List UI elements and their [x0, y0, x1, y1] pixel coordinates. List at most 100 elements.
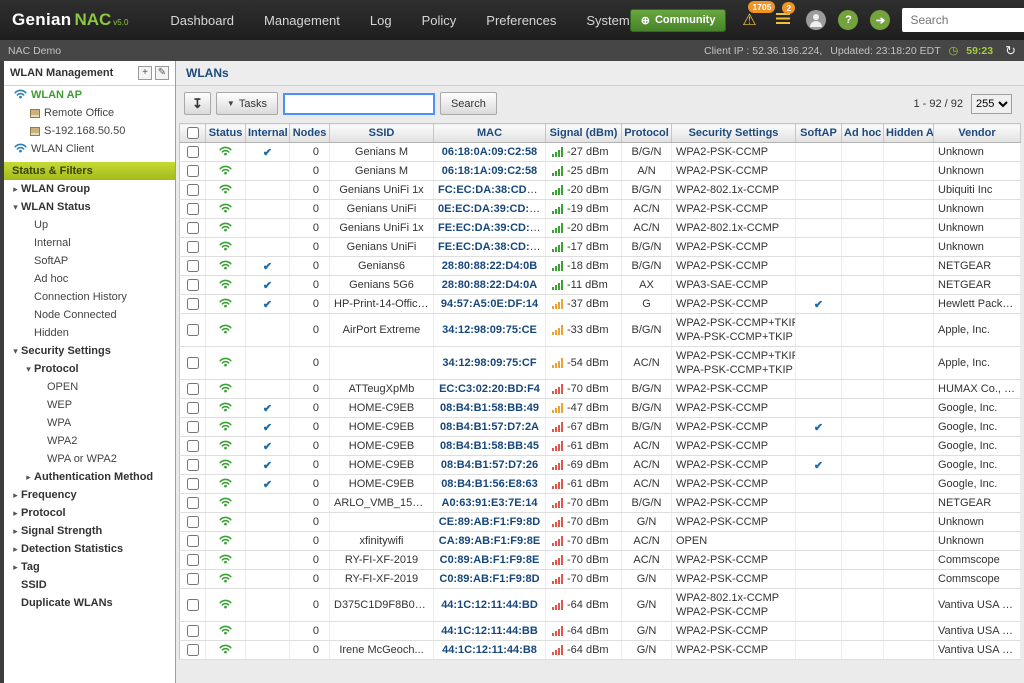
select-all-checkbox[interactable]: [187, 127, 199, 139]
col-header-hidden-ap[interactable]: Hidden AP: [884, 124, 934, 143]
export-button[interactable]: ↧: [184, 92, 211, 115]
mac-link[interactable]: 0E:EC:DA:39:CD:85: [438, 203, 541, 215]
filter-wlan-group[interactable]: ▸WLAN Group: [4, 180, 175, 198]
collapse-icon[interactable]: ▾: [10, 202, 21, 213]
alerts-button[interactable]: ⚠ 1705: [738, 10, 760, 30]
mac-link[interactable]: CE:89:AB:F1:F9:8D: [439, 516, 540, 528]
mac-link[interactable]: CA:89:AB:F1:F9:8E: [439, 535, 540, 547]
filter-node-connected[interactable]: Node Connected: [4, 306, 175, 324]
expand-icon[interactable]: ▸: [10, 490, 21, 501]
tree-item-remote-office[interactable]: Remote Office: [4, 104, 175, 122]
filter-duplicate-wlans[interactable]: Duplicate WLANs: [4, 594, 175, 612]
row-checkbox[interactable]: [187, 554, 199, 566]
mac-link[interactable]: 08:B4:B1:57:D7:2A: [440, 421, 539, 433]
row-checkbox[interactable]: [187, 383, 199, 395]
menu-system[interactable]: System: [586, 13, 629, 28]
table-search-input[interactable]: [283, 93, 435, 115]
row-checkbox[interactable]: [187, 516, 199, 528]
filter-tag[interactable]: ▸Tag: [4, 558, 175, 576]
filter-ssid[interactable]: SSID: [4, 576, 175, 594]
row-checkbox[interactable]: [187, 324, 199, 336]
expand-icon[interactable]: ▸: [23, 472, 34, 483]
menu-log[interactable]: Log: [370, 13, 392, 28]
filter-protocol[interactable]: ▸Protocol: [4, 504, 175, 522]
edit-group-button[interactable]: ✎: [155, 66, 169, 80]
col-header-ad-hoc[interactable]: Ad hoc: [842, 124, 884, 143]
col-header-status[interactable]: Status: [206, 124, 246, 143]
tree-item-wlan-ap[interactable]: WLAN AP: [4, 86, 175, 104]
row-checkbox[interactable]: [187, 203, 199, 215]
expand-icon[interactable]: ▸: [10, 526, 21, 537]
mac-link[interactable]: 34:12:98:09:75:CF: [442, 357, 536, 369]
mac-link[interactable]: 28:80:88:22:D4:0B: [442, 260, 537, 272]
col-header-security-settings[interactable]: Security Settings: [672, 124, 796, 143]
tree-item-wlan-client[interactable]: WLAN Client: [4, 140, 175, 158]
col-header-softap[interactable]: SoftAP: [796, 124, 842, 143]
filter-protocol[interactable]: ▾Protocol: [4, 360, 175, 378]
messages-button[interactable]: 2: [772, 11, 794, 29]
filter-signal-strength[interactable]: ▸Signal Strength: [4, 522, 175, 540]
col-header-vendor[interactable]: Vendor: [934, 124, 1021, 143]
mac-link[interactable]: 08:B4:B1:56:E8:63: [441, 478, 538, 490]
col-header-mac[interactable]: MAC: [434, 124, 546, 143]
row-checkbox[interactable]: [187, 184, 199, 196]
collapse-icon[interactable]: ▾: [23, 364, 34, 375]
row-checkbox[interactable]: [187, 421, 199, 433]
row-checkbox[interactable]: [187, 573, 199, 585]
row-checkbox[interactable]: [187, 146, 199, 158]
row-checkbox[interactable]: [187, 357, 199, 369]
col-header-nodes[interactable]: Nodes: [290, 124, 330, 143]
row-checkbox[interactable]: [187, 222, 199, 234]
col-header-signal-dbm[interactable]: Signal (dBm): [546, 124, 622, 143]
community-button[interactable]: ⊕ Community: [630, 9, 727, 32]
row-checkbox[interactable]: [187, 279, 199, 291]
mac-link[interactable]: A0:63:91:E3:7E:14: [442, 497, 538, 509]
filter-hidden[interactable]: Hidden: [4, 324, 175, 342]
mac-link[interactable]: 44:1C:12:11:44:B8: [442, 644, 537, 656]
filter-frequency[interactable]: ▸Frequency: [4, 486, 175, 504]
mac-link[interactable]: C0:89:AB:F1:F9:8E: [440, 554, 540, 566]
filter-up[interactable]: Up: [4, 216, 175, 234]
col-header-internal[interactable]: Internal: [246, 124, 290, 143]
filter-connection-history[interactable]: Connection History: [4, 288, 175, 306]
app-logo[interactable]: Genian NAC v5.0: [12, 10, 128, 30]
col-header-protocol[interactable]: Protocol: [622, 124, 672, 143]
row-checkbox[interactable]: [187, 644, 199, 656]
filter-softap[interactable]: SoftAP: [4, 252, 175, 270]
add-group-button[interactable]: +: [138, 66, 152, 80]
mac-link[interactable]: EC:C3:02:20:BD:F4: [439, 383, 540, 395]
filter-ad-hoc[interactable]: Ad hoc: [4, 270, 175, 288]
collapse-icon[interactable]: ▾: [10, 346, 21, 357]
row-checkbox[interactable]: [187, 402, 199, 414]
mac-link[interactable]: 34:12:98:09:75:CE: [442, 324, 537, 336]
row-checkbox[interactable]: [187, 440, 199, 452]
mac-link[interactable]: 08:B4:B1:58:BB:45: [440, 440, 539, 452]
row-checkbox[interactable]: [187, 478, 199, 490]
row-checkbox[interactable]: [187, 241, 199, 253]
expand-icon[interactable]: ▸: [10, 562, 21, 573]
menu-dashboard[interactable]: Dashboard: [170, 13, 234, 28]
filter-wpa2[interactable]: WPA2: [4, 432, 175, 450]
filter-wpa[interactable]: WPA: [4, 414, 175, 432]
menu-policy[interactable]: Policy: [422, 13, 457, 28]
filter-detection-statistics[interactable]: ▸Detection Statistics: [4, 540, 175, 558]
row-checkbox[interactable]: [187, 599, 199, 611]
global-search-input[interactable]: [910, 13, 1024, 27]
row-checkbox[interactable]: [187, 497, 199, 509]
mac-link[interactable]: 44:1C:12:11:44:BB: [441, 625, 538, 637]
mac-link[interactable]: C0:89:AB:F1:F9:8D: [439, 573, 539, 585]
mac-link[interactable]: 06:18:1A:09:C2:58: [442, 165, 537, 177]
page-size-select[interactable]: 255: [971, 94, 1012, 114]
row-checkbox[interactable]: [187, 459, 199, 471]
mac-link[interactable]: FE:EC:DA:38:CD:85: [438, 241, 542, 253]
tasks-button[interactable]: ▼ Tasks: [216, 92, 278, 115]
row-checkbox[interactable]: [187, 165, 199, 177]
mac-link[interactable]: 08:B4:B1:58:BB:49: [440, 402, 539, 414]
mac-link[interactable]: 28:80:88:22:D4:0A: [442, 279, 537, 291]
expand-icon[interactable]: ▸: [10, 544, 21, 555]
filter-security-settings[interactable]: ▾Security Settings: [4, 342, 175, 360]
filter-wlan-status[interactable]: ▾WLAN Status: [4, 198, 175, 216]
col-header-ssid[interactable]: SSID: [330, 124, 434, 143]
mac-link[interactable]: 08:B4:B1:57:D7:26: [441, 459, 538, 471]
filter-authentication-method[interactable]: ▸Authentication Method: [4, 468, 175, 486]
